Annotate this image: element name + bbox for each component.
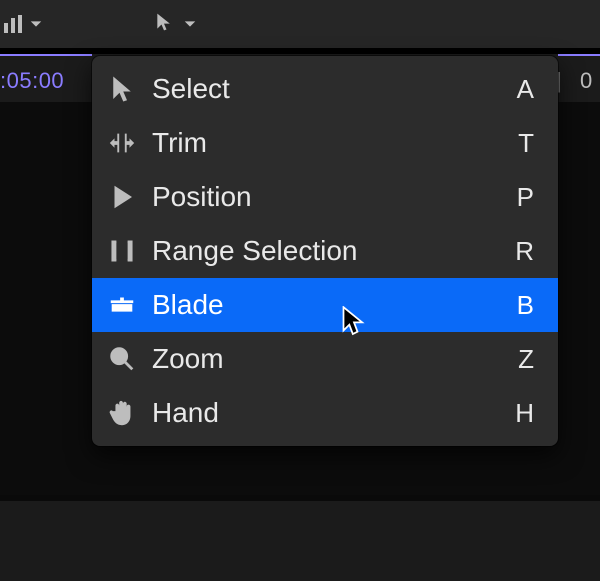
tool-selector[interactable] — [44, 11, 198, 38]
menu-item-select[interactable]: Select A — [92, 62, 558, 116]
menu-item-shortcut: A — [517, 74, 538, 105]
toolbar — [0, 0, 600, 48]
playhead-indicator — [0, 54, 92, 56]
menu-item-label: Position — [152, 181, 503, 213]
menu-item-label: Select — [152, 73, 503, 105]
range-selection-icon — [106, 235, 138, 267]
playhead-indicator — [558, 54, 600, 56]
menu-item-label: Blade — [152, 289, 503, 321]
timecode-label: :05:00 — [0, 68, 64, 94]
chevron-down-icon[interactable] — [182, 16, 198, 32]
menu-item-shortcut: Z — [518, 344, 538, 375]
menu-item-shortcut: P — [517, 182, 538, 213]
chevron-down-icon[interactable] — [28, 16, 44, 32]
pointer-icon — [154, 11, 174, 38]
menu-item-trim[interactable]: Trim T — [92, 116, 558, 170]
menu-item-label: Trim — [152, 127, 504, 159]
blade-icon — [106, 289, 138, 321]
menu-item-label: Zoom — [152, 343, 504, 375]
menu-item-hand[interactable]: Hand H — [92, 386, 558, 440]
tool-menu: Select A Trim T Position P Range Selecti… — [92, 56, 558, 446]
pointer-icon — [106, 73, 138, 105]
toolbar-left-group — [0, 15, 44, 33]
timecode-label-fragment: 0 — [580, 68, 593, 94]
menu-item-shortcut: B — [517, 290, 538, 321]
bottom-panel — [0, 501, 600, 581]
levels-icon — [4, 15, 22, 33]
menu-item-blade[interactable]: Blade B — [92, 278, 558, 332]
menu-item-range-selection[interactable]: Range Selection R — [92, 224, 558, 278]
menu-item-shortcut: H — [515, 398, 538, 429]
zoom-icon — [106, 343, 138, 375]
menu-item-label: Range Selection — [152, 235, 501, 267]
menu-item-position[interactable]: Position P — [92, 170, 558, 224]
position-icon — [106, 181, 138, 213]
menu-item-label: Hand — [152, 397, 501, 429]
trim-icon — [106, 127, 138, 159]
menu-item-shortcut: T — [518, 128, 538, 159]
menu-item-zoom[interactable]: Zoom Z — [92, 332, 558, 386]
hand-icon — [106, 397, 138, 429]
menu-item-shortcut: R — [515, 236, 538, 267]
